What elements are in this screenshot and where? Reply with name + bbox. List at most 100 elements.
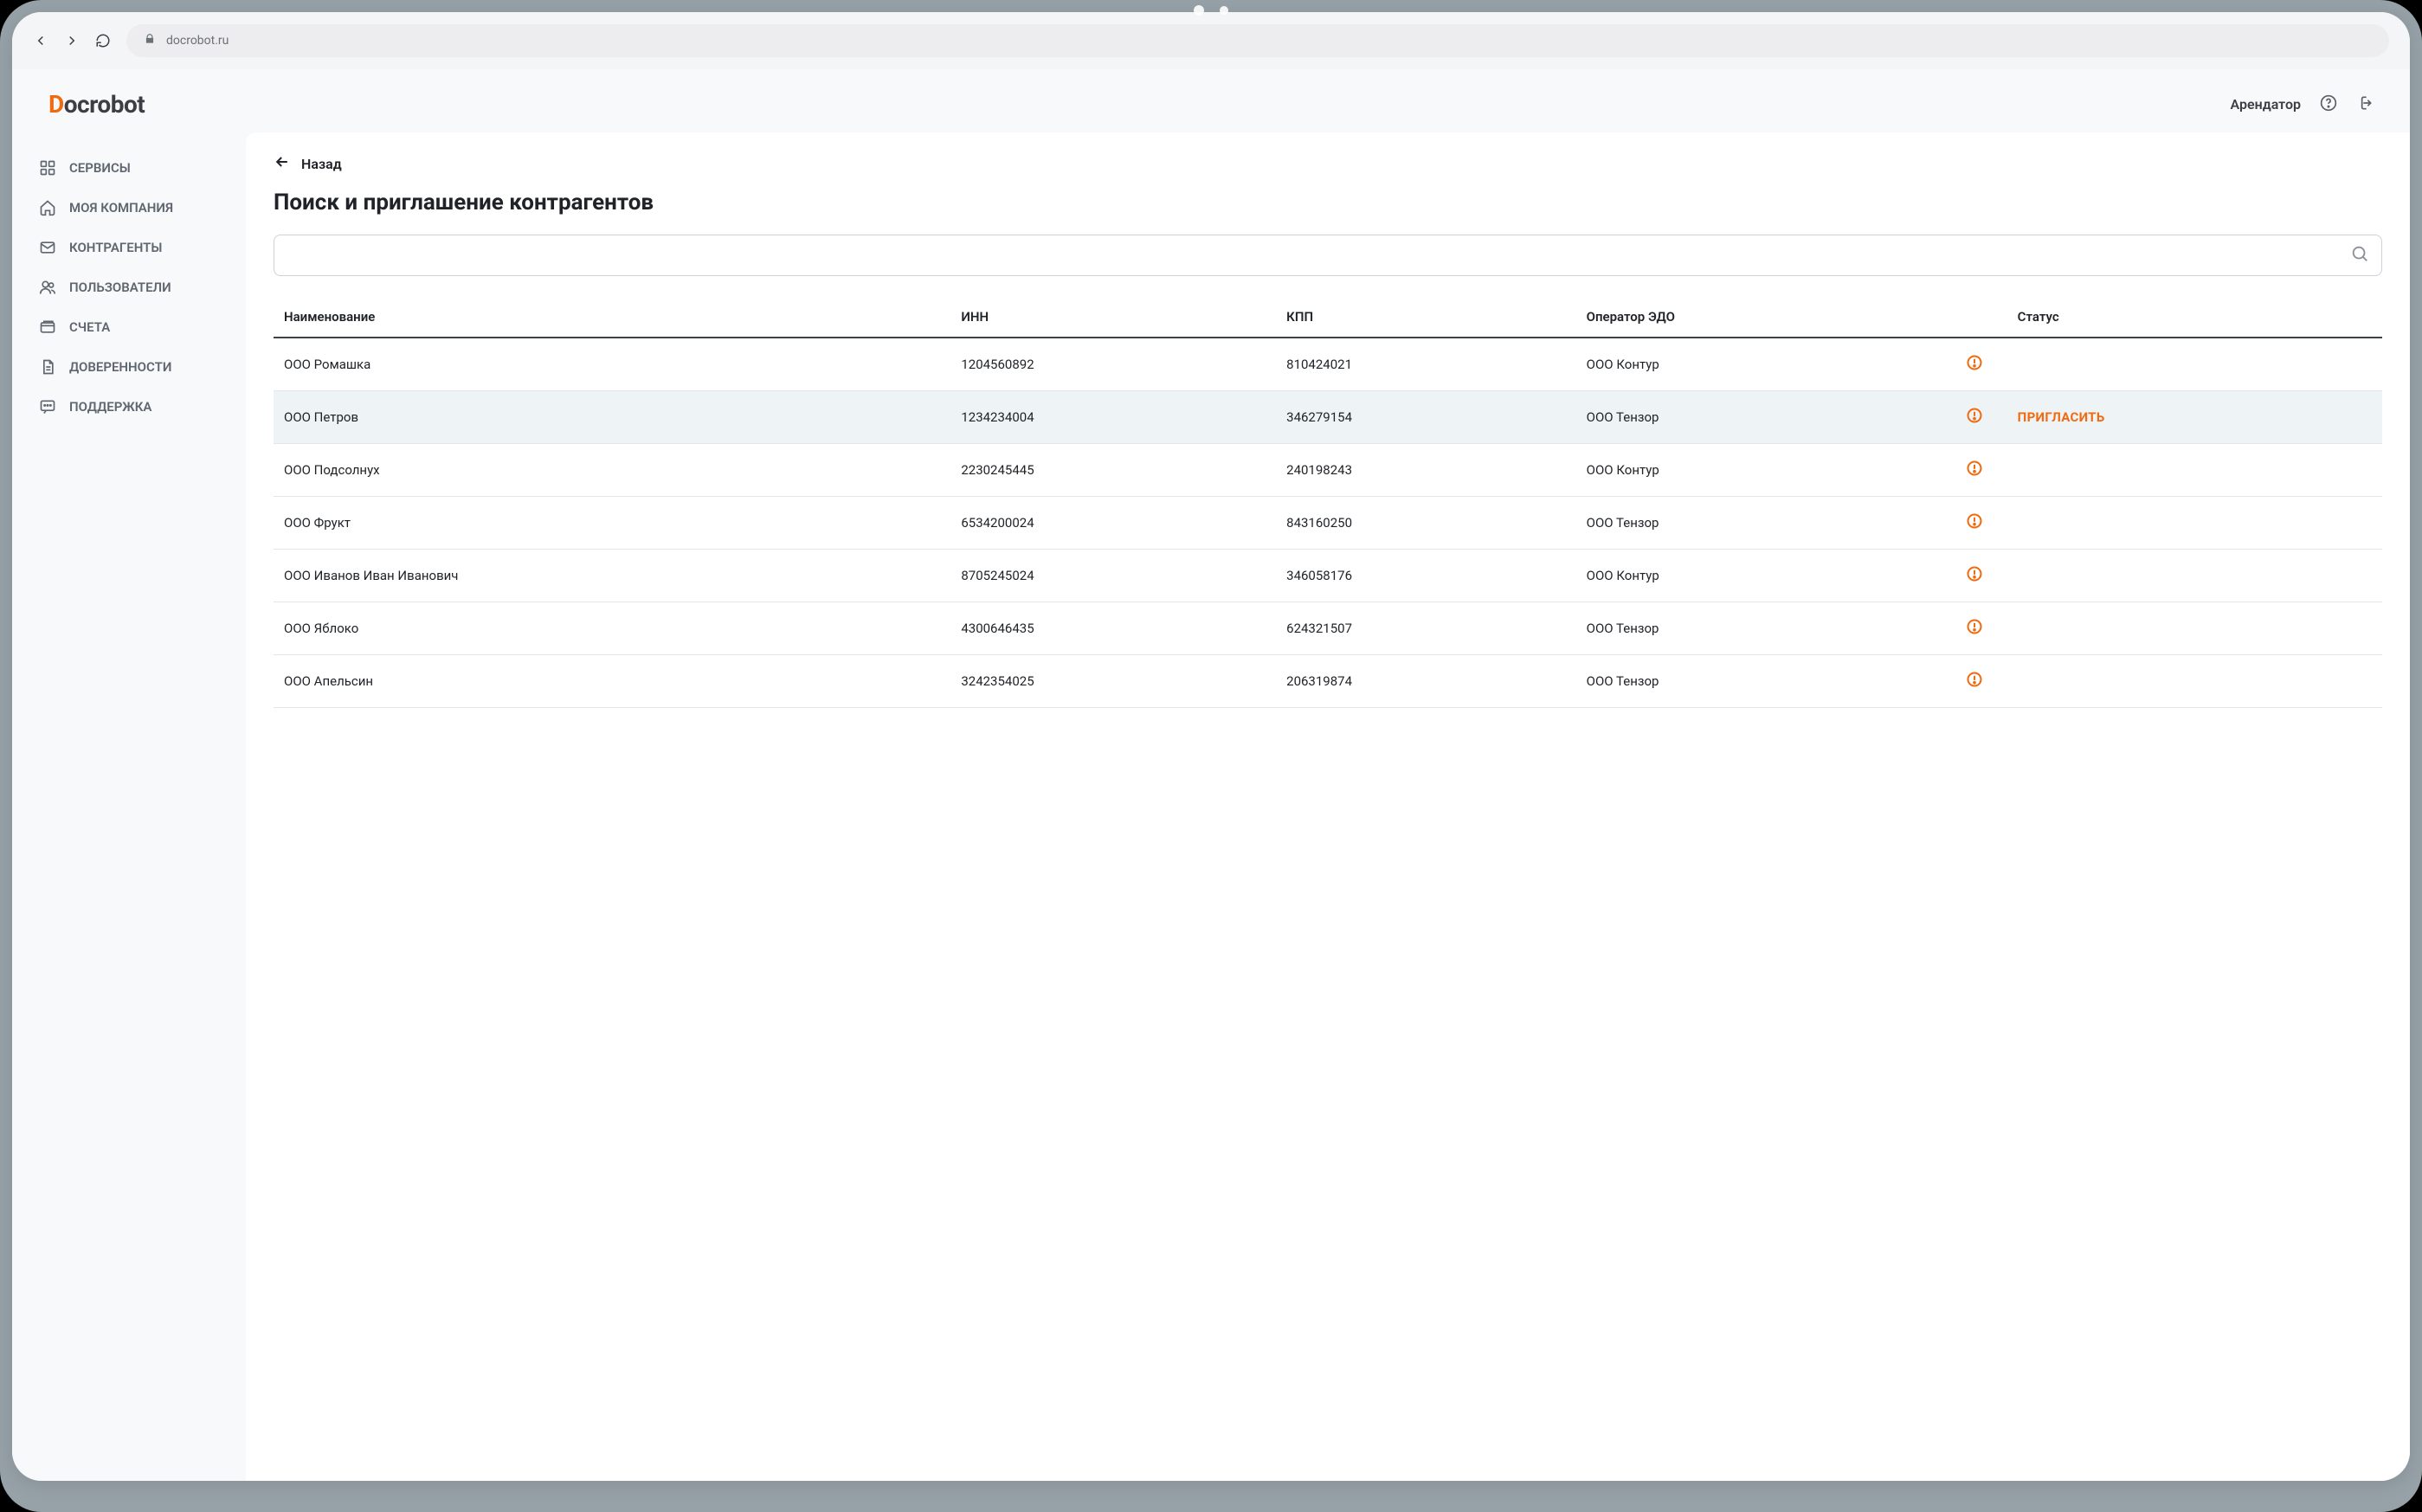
tenant-label[interactable]: Арендатор (2231, 96, 2301, 113)
cell-status (2007, 338, 2382, 391)
alert-icon (1966, 676, 1983, 692)
sidebar-item-label: ПОЛЬЗОВАТЕЛИ (69, 280, 171, 295)
app-root: Docrobot Арендатор (12, 69, 2410, 1481)
sidebar-item-services[interactable]: СЕРВИСЫ (31, 148, 227, 188)
back-icon[interactable] (33, 33, 48, 48)
app-topbar: Docrobot Арендатор (12, 69, 2410, 132)
browser-window: docrobot.ru Docrobot Арендатор (12, 12, 2410, 1481)
brand-rest: ocrobot (64, 90, 145, 119)
cell-name: ООО Фрукт (274, 497, 950, 550)
cell-operator: ООО Тензор (1576, 391, 1955, 444)
cell-kpp: 240198243 (1276, 444, 1576, 497)
table-row[interactable]: ООО Петров1234234004346279154ООО Тензор П… (274, 391, 2382, 444)
col-name: Наименование (274, 297, 950, 338)
address-bar[interactable]: docrobot.ru (126, 24, 2389, 57)
cell-name: ООО Апельсин (274, 655, 950, 708)
cell-kpp: 624321507 (1276, 602, 1576, 655)
topbar-right: Арендатор (2231, 94, 2374, 115)
sidebar: СЕРВИСЫ МОЯ КОМПАНИЯ КОНТРАГЕНТЫ (12, 132, 246, 1481)
col-operator: Оператор ЭДО (1576, 297, 1955, 338)
alert-icon (1966, 623, 1983, 639)
col-kpp: КПП (1276, 297, 1576, 338)
cell-inn: 8705245024 (950, 550, 1276, 602)
cell-status (2007, 655, 2382, 708)
cell-name: ООО Подсолнух (274, 444, 950, 497)
wallet-icon (38, 318, 57, 337)
invite-button[interactable]: ПРИГЛАСИТЬ (2018, 409, 2105, 425)
cell-alert (1955, 602, 2007, 655)
search-input[interactable] (287, 248, 2350, 263)
cell-kpp: 810424021 (1276, 338, 1576, 391)
cell-alert (1955, 550, 2007, 602)
sidebar-item-counterparties[interactable]: КОНТРАГЕНТЫ (31, 228, 227, 267)
help-icon[interactable] (2320, 94, 2337, 115)
cell-status (2007, 602, 2382, 655)
cell-kpp: 346058176 (1276, 550, 1576, 602)
forward-icon[interactable] (64, 33, 80, 48)
cell-name: ООО Яблоко (274, 602, 950, 655)
browser-toolbar: docrobot.ru (12, 12, 2410, 69)
col-status: Статус (2007, 297, 2382, 338)
camera-dot-icon (1194, 5, 1204, 16)
sidebar-item-invoices[interactable]: СЧЕТА (31, 307, 227, 347)
logout-icon[interactable] (2356, 94, 2374, 115)
cell-inn: 2230245445 (950, 444, 1276, 497)
cell-name: ООО Петров (274, 391, 950, 444)
cell-inn: 6534200024 (950, 497, 1276, 550)
table-row[interactable]: ООО Подсолнух2230245445240198243ООО Конт… (274, 444, 2382, 497)
home-icon (38, 198, 57, 217)
cell-name: ООО Ромашка (274, 338, 950, 391)
cell-inn: 3242354025 (950, 655, 1276, 708)
mail-icon (38, 238, 57, 257)
cell-kpp: 206319874 (1276, 655, 1576, 708)
cell-kpp: 346279154 (1276, 391, 1576, 444)
sidebar-item-label: ПОДДЕРЖКА (69, 399, 151, 415)
url-text: docrobot.ru (166, 34, 229, 48)
search-icon[interactable] (2350, 244, 2369, 267)
cell-alert (1955, 655, 2007, 708)
table-row[interactable]: ООО Фрукт6534200024843160250ООО Тензор (274, 497, 2382, 550)
cell-status (2007, 497, 2382, 550)
cell-kpp: 843160250 (1276, 497, 1576, 550)
alert-icon (1966, 518, 1983, 533)
brand-accent: D (48, 90, 64, 119)
cell-operator: ООО Тензор (1576, 655, 1955, 708)
cell-operator: ООО Контур (1576, 338, 1955, 391)
device-notch (1194, 5, 1228, 16)
table-row[interactable]: ООО Иванов Иван Иванович8705245024346058… (274, 550, 2382, 602)
content-area: Назад Поиск и приглашение контрагентов Н… (246, 132, 2410, 1481)
col-inn: ИНН (950, 297, 1276, 338)
sidebar-item-support[interactable]: ПОДДЕРЖКА (31, 387, 227, 427)
back-label: Назад (301, 156, 342, 172)
cell-status: ПРИГЛАСИТЬ (2007, 391, 2382, 444)
alert-icon (1966, 412, 1983, 428)
chat-icon (38, 397, 57, 416)
sidebar-item-label: ДОВЕРЕННОСТИ (69, 359, 171, 375)
table-row[interactable]: ООО Апельсин3242354025206319874ООО Тензо… (274, 655, 2382, 708)
sidebar-item-label: СЧЕТА (69, 319, 110, 335)
table-row[interactable]: ООО Ромашка1204560892810424021ООО Контур (274, 338, 2382, 391)
document-icon (38, 357, 57, 376)
cell-status (2007, 550, 2382, 602)
app-layout: СЕРВИСЫ МОЯ КОМПАНИЯ КОНТРАГЕНТЫ (12, 132, 2410, 1481)
sidebar-item-users[interactable]: ПОЛЬЗОВАТЕЛИ (31, 267, 227, 307)
alert-icon (1966, 570, 1983, 586)
sidebar-item-company[interactable]: МОЯ КОМПАНИЯ (31, 188, 227, 228)
reload-icon[interactable] (95, 33, 111, 48)
cell-alert (1955, 444, 2007, 497)
search-field[interactable] (274, 235, 2382, 276)
cell-name: ООО Иванов Иван Иванович (274, 550, 950, 602)
sidebar-item-label: КОНТРАГЕНТЫ (69, 240, 162, 255)
cell-operator: ООО Контур (1576, 444, 1955, 497)
back-button[interactable]: Назад (274, 153, 2382, 174)
users-icon (38, 278, 57, 297)
sidebar-item-poa[interactable]: ДОВЕРЕННОСТИ (31, 347, 227, 387)
brand-logo[interactable]: Docrobot (48, 90, 145, 119)
lock-icon (144, 33, 156, 48)
table-row[interactable]: ООО Яблоко4300646435624321507ООО Тензор (274, 602, 2382, 655)
alert-icon (1966, 359, 1983, 375)
counterparty-table: Наименование ИНН КПП Оператор ЭДО Статус… (274, 297, 2382, 708)
sidebar-item-label: МОЯ КОМПАНИЯ (69, 200, 173, 216)
cell-inn: 4300646435 (950, 602, 1276, 655)
cell-inn: 1234234004 (950, 391, 1276, 444)
